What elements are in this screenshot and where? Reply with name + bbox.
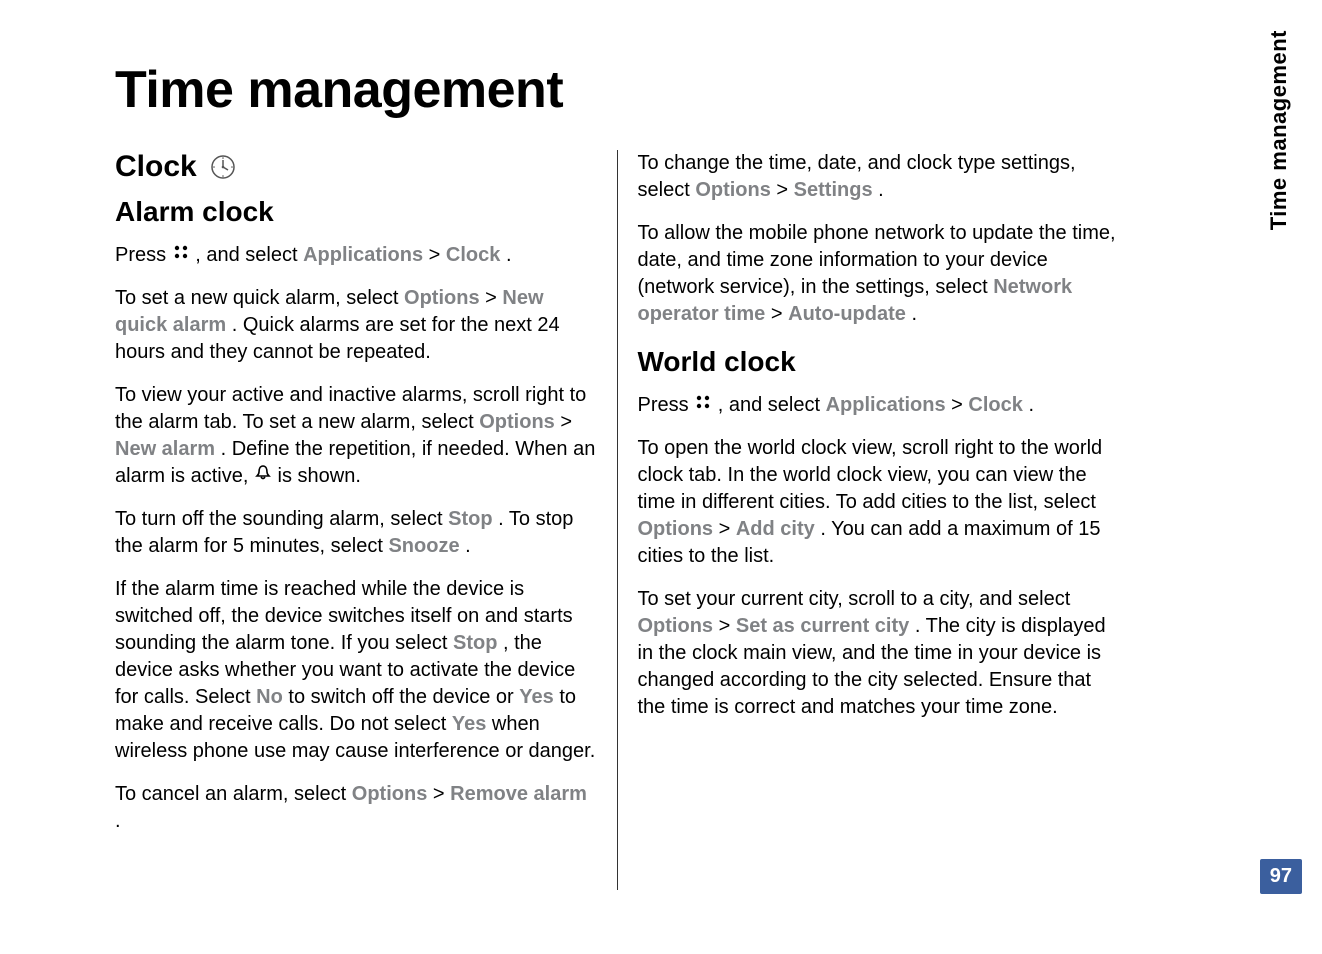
manual-page: Time management Clock [0, 0, 1180, 890]
separator: > [719, 615, 736, 637]
text: . [506, 244, 512, 266]
ui-term-set-as-current-city: Set as current city [736, 615, 909, 637]
paragraph: To set a new quick alarm, select Options… [115, 285, 598, 366]
ui-term-options: Options [352, 783, 428, 805]
text: . [465, 535, 471, 557]
ui-term-no: No [256, 686, 283, 708]
alarm-active-icon [254, 463, 272, 490]
subsection-title-alarm-clock: Alarm clock [115, 196, 598, 228]
ui-term-add-city: Add city [736, 518, 815, 540]
paragraph: Press , and select Applications > Clock … [115, 242, 598, 269]
menu-key-icon [172, 242, 190, 269]
text: To open the world clock view, scroll rig… [638, 437, 1103, 513]
paragraph: To view your active and inactive alarms,… [115, 382, 598, 490]
paragraph: To allow the mobile phone network to upd… [638, 220, 1121, 328]
text: to switch off the device or [288, 686, 519, 708]
menu-key-icon [694, 392, 712, 419]
text: To set a new quick alarm, select [115, 287, 404, 309]
text: To set your current city, scroll to a ci… [638, 588, 1071, 610]
text: . [911, 303, 917, 325]
separator: > [433, 783, 450, 805]
text: , and select [718, 394, 826, 416]
ui-term-stop: Stop [448, 508, 492, 530]
ui-term-applications: Applications [303, 244, 423, 266]
text: , and select [195, 244, 303, 266]
chapter-title: Time management [115, 60, 1120, 120]
side-tab-label: Time management [1266, 30, 1292, 230]
ui-term-options: Options [404, 287, 480, 309]
two-column-layout: Clock Alarm clock Press [115, 150, 1120, 890]
text: . [1028, 394, 1034, 416]
separator: > [951, 394, 968, 416]
subsection-title-world-clock: World clock [638, 346, 1121, 378]
ui-term-new-alarm: New alarm [115, 438, 215, 460]
separator: > [771, 303, 788, 325]
ui-term-options: Options [638, 518, 714, 540]
separator: > [776, 179, 793, 201]
ui-term-applications: Applications [826, 394, 946, 416]
ui-term-remove-alarm: Remove alarm [450, 783, 587, 805]
separator: > [429, 244, 446, 266]
ui-term-options: Options [638, 615, 714, 637]
paragraph: To change the time, date, and clock type… [638, 150, 1121, 204]
section-title-label: Clock [115, 150, 197, 184]
ui-term-options: Options [479, 411, 555, 433]
paragraph: Press , and select Applications > Clock … [638, 392, 1121, 419]
text: To cancel an alarm, select [115, 783, 352, 805]
text: Press [638, 394, 695, 416]
ui-term-stop: Stop [453, 632, 497, 654]
paragraph: To cancel an alarm, select Options > Rem… [115, 781, 598, 835]
text: . [115, 810, 121, 832]
ui-term-auto-update: Auto-update [788, 303, 906, 325]
separator: > [485, 287, 502, 309]
separator: > [560, 411, 572, 433]
clock-icon [209, 153, 237, 181]
text: . [878, 179, 884, 201]
paragraph: To turn off the sounding alarm, select S… [115, 506, 598, 560]
ui-term-settings: Settings [794, 179, 873, 201]
text: To turn off the sounding alarm, select [115, 508, 448, 530]
paragraph: To open the world clock view, scroll rig… [638, 435, 1121, 570]
text: is shown. [278, 465, 361, 487]
page-number: 97 [1260, 859, 1302, 894]
ui-term-snooze: Snooze [388, 535, 459, 557]
ui-term-clock: Clock [446, 244, 500, 266]
ui-term-yes: Yes [452, 713, 486, 735]
section-title-clock: Clock [115, 150, 598, 184]
ui-term-yes: Yes [519, 686, 553, 708]
paragraph: To set your current city, scroll to a ci… [638, 586, 1121, 721]
text: Press [115, 244, 172, 266]
paragraph: If the alarm time is reached while the d… [115, 576, 598, 765]
ui-term-clock: Clock [968, 394, 1022, 416]
ui-term-options: Options [695, 179, 771, 201]
separator: > [719, 518, 736, 540]
